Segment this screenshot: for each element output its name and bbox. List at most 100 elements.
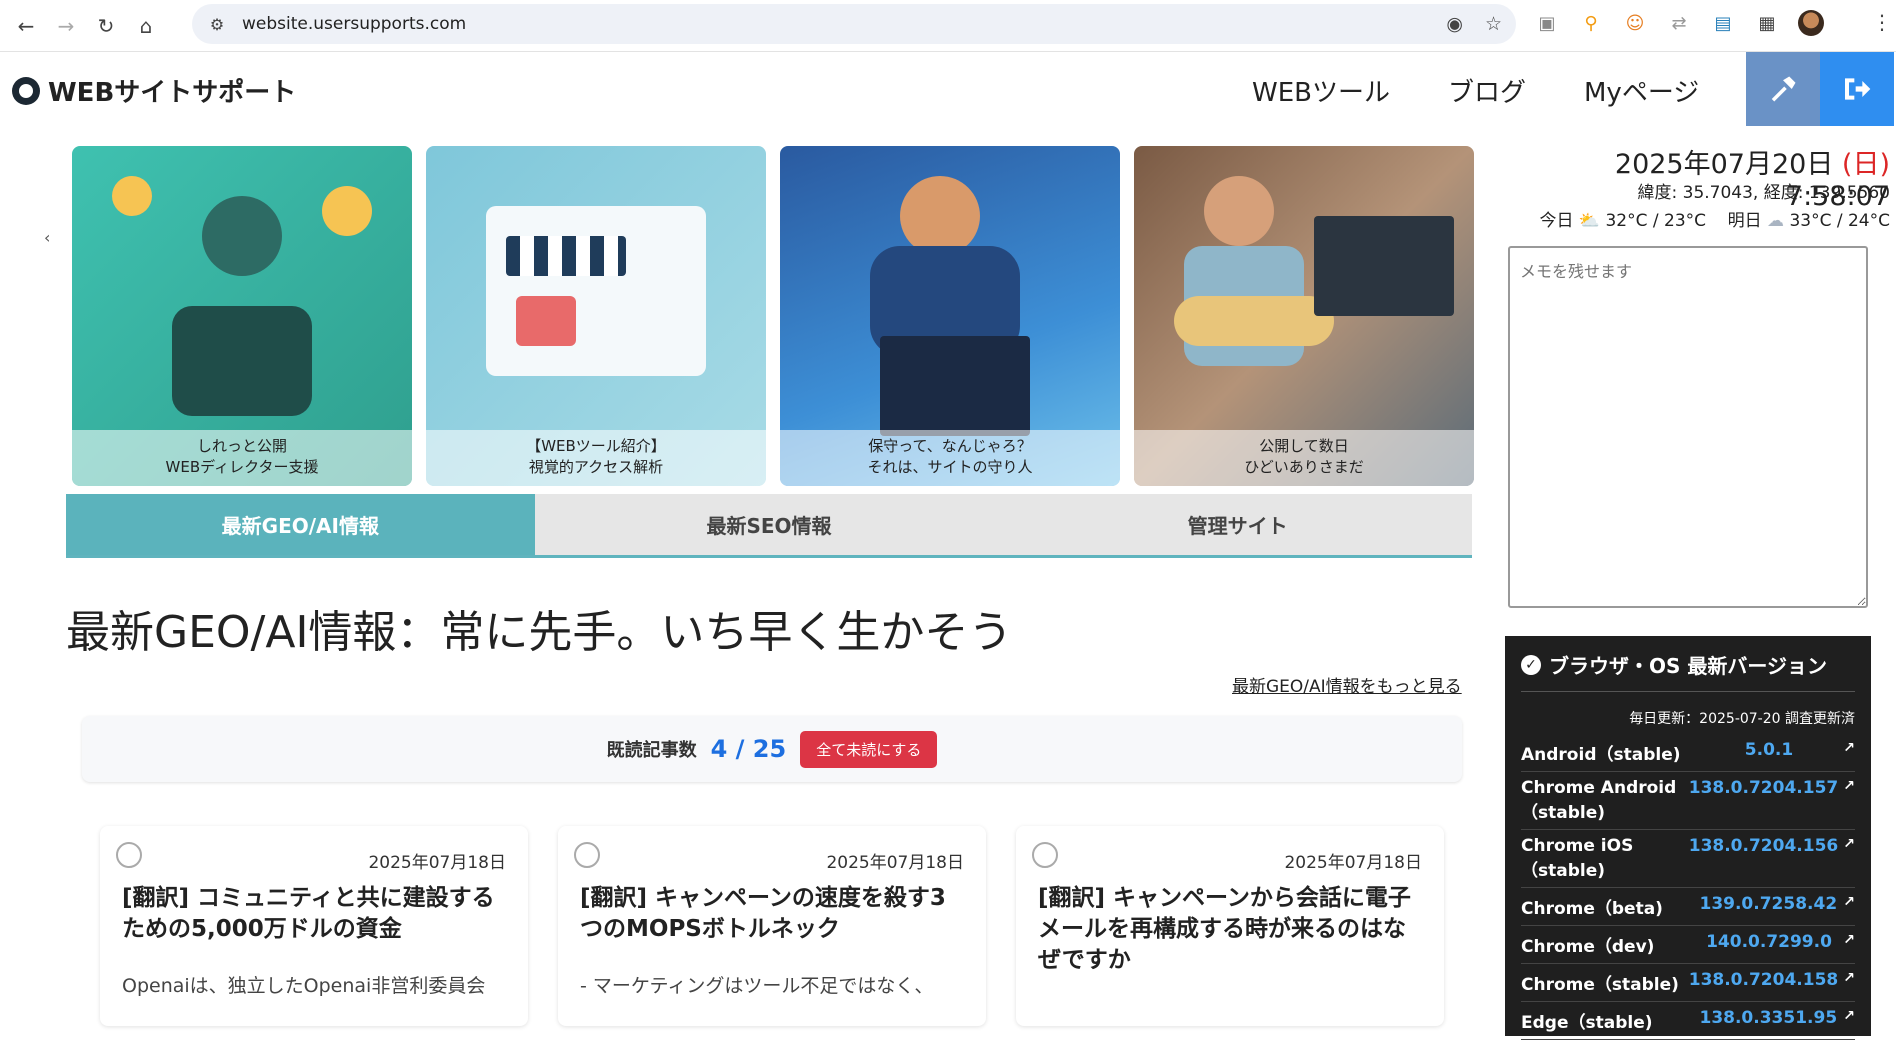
tab-managed-sites[interactable]: 管理サイト [1003, 494, 1473, 555]
external-link-icon[interactable]: ↗ [1837, 894, 1855, 910]
caption-line: WEBディレクター支援 [165, 458, 319, 476]
info-tabs: 最新GEO/AI情報 最新SEO情報 管理サイト [66, 494, 1473, 558]
url-text[interactable]: website.usersupports.com [242, 14, 466, 34]
read-checkbox[interactable] [1032, 842, 1058, 868]
article-title[interactable]: [翻訳] キャンペーンから会話に電子メールを再構成する時が来るのはなぜですか [1038, 883, 1422, 976]
main-nav: WEBツール ブログ Myページ [1252, 72, 1699, 109]
mark-all-unread-button[interactable]: 全て未読にする [800, 730, 938, 768]
caption-line: 保守って、なんじゃろ？ [868, 437, 1032, 455]
tomorrow-temp: 33°C / 24°C [1789, 211, 1890, 231]
weather-forecast: 今日 ⛅ 32°C / 23°C 明日 ☁ 33°C / 24°C [1510, 206, 1890, 231]
logo-icon [12, 76, 40, 105]
partly-sunny-icon: ⛅ [1578, 211, 1601, 231]
caption-line: ひどいありさまだ [1244, 458, 1364, 476]
version-number[interactable]: 138.0.3351.95 [1699, 1008, 1837, 1028]
version-name: Chrome iOS（stable) [1521, 836, 1634, 881]
carousel-prev-icon[interactable]: ‹ [44, 228, 50, 247]
version-number[interactable]: 139.0.7258.42 [1699, 894, 1837, 914]
page-headline: 最新GEO/AI情報：常に先手。いち早く生かそう [66, 607, 1013, 658]
article-title[interactable]: [翻訳] キャンペーンの速度を殺す3つのMOPSボトルネック [580, 883, 964, 945]
translate-extension-icon[interactable]: ⇄ [1666, 10, 1692, 36]
clock-weekday: (日) [1841, 149, 1890, 180]
read-status-bar: 既読記事数 4 / 25 全て未読にする [82, 716, 1462, 782]
read-checkbox[interactable] [574, 842, 600, 868]
version-number[interactable]: 5.0.1 [1701, 740, 1837, 760]
article-title[interactable]: [翻訳] コミュニティと共に建設するための5,000万ドルの資金 [122, 883, 506, 945]
version-name: Chrome（beta) [1521, 899, 1663, 919]
external-link-icon[interactable]: ↗ [1837, 740, 1855, 756]
camera-extension-icon[interactable]: ▣ [1534, 10, 1560, 36]
carousel-caption: 保守って、なんじゃろ？ それは、サイトの守り人 [780, 430, 1120, 486]
version-name: Edge（stable) [1521, 1013, 1653, 1033]
forward-icon[interactable]: → [52, 12, 80, 40]
versions-header: ✓ ブラウザ・OS 最新バージョン [1521, 650, 1855, 692]
key-extension-icon[interactable]: ⚲ [1578, 10, 1604, 36]
caption-line: それは、サイトの守り人 [867, 458, 1033, 476]
address-bar[interactable]: ⚙ website.usersupports.com ◉ ☆ [192, 4, 1516, 44]
site-logo[interactable]: WEBサイトサポート [12, 72, 296, 109]
external-link-icon[interactable]: ↗ [1837, 1008, 1855, 1024]
caption-line: 公開して数日 [1259, 437, 1349, 455]
bookmark-star-icon[interactable]: ☆ [1485, 13, 1502, 35]
caption-line: 【WEBツール紹介】 [526, 437, 666, 455]
article-card[interactable]: 2025年07月18日 [翻訳] コミュニティと共に建設するための5,000万ド… [100, 826, 528, 1026]
browser-menu-icon[interactable]: ⋮ [1872, 10, 1892, 34]
logout-button[interactable] [1820, 52, 1894, 126]
version-name: Chrome（dev) [1521, 937, 1655, 957]
article-date: 2025年07月18日 [826, 853, 964, 873]
version-row: Chrome iOS（stable) 138.0.7204.156 ↗ [1521, 830, 1855, 888]
version-row: Android（stable) 5.0.1 ↗ [1521, 734, 1855, 772]
extensions-area: ▣ ⚲ ☺ ⇄ ▤ ▦ [1534, 10, 1824, 36]
reload-icon[interactable]: ↻ [92, 12, 120, 40]
carousel-card[interactable]: しれっと公開 WEBディレクター支援 [72, 146, 412, 486]
caption-line: 視覚的アクセス解析 [528, 458, 664, 476]
article-card[interactable]: 2025年07月18日 [翻訳] キャンペーンの速度を殺す3つのMOPSボトルネ… [558, 826, 986, 1026]
character-extension-icon[interactable]: ☺ [1622, 10, 1648, 36]
version-number[interactable]: 140.0.7299.0 [1701, 932, 1837, 952]
tab-seo[interactable]: 最新SEO情報 [534, 494, 1004, 555]
read-checkbox[interactable] [116, 842, 142, 868]
coordinates: 緯度: 35.7043, 経度: 139.5560 [1637, 183, 1891, 203]
clock-date: 2025年07月20日 [1614, 149, 1834, 180]
version-name: Android（stable) [1521, 745, 1681, 765]
tool-button[interactable] [1746, 52, 1820, 126]
article-excerpt: Openaiは、独立したOpenai非営利委員会 [122, 975, 486, 997]
profile-avatar[interactable] [1798, 10, 1824, 36]
location-icon[interactable]: ◉ [1446, 13, 1463, 35]
file-extension-icon[interactable]: ▤ [1710, 10, 1736, 36]
carousel-card[interactable]: 保守って、なんじゃろ？ それは、サイトの守り人 [780, 146, 1120, 486]
back-icon[interactable]: ← [12, 12, 40, 40]
cloud-icon: ☁ [1767, 211, 1785, 231]
version-name: Chrome Android（stable) [1521, 778, 1677, 823]
nav-my-page[interactable]: Myページ [1584, 72, 1699, 109]
external-link-icon[interactable]: ↗ [1837, 932, 1855, 948]
read-count-value: 4 / 25 [710, 735, 787, 763]
versions-updated: 毎日更新：2025-07-20 調査更新済 [1629, 711, 1855, 727]
external-link-icon[interactable]: ↗ [1838, 970, 1855, 986]
external-link-icon[interactable]: ↗ [1838, 836, 1855, 852]
article-card[interactable]: 2025年07月18日 [翻訳] キャンペーンから会話に電子メールを再構成する時… [1016, 826, 1444, 1026]
external-link-icon[interactable]: ↗ [1838, 778, 1855, 794]
version-row: Edge（stable) 138.0.3351.95 ↗ [1521, 1002, 1855, 1040]
memo-textarea[interactable] [1508, 246, 1868, 608]
site-header: WEBサイトサポート WEBツール ブログ Myページ [0, 52, 1896, 126]
logout-icon [1845, 78, 1871, 100]
version-number[interactable]: 138.0.7204.157 [1689, 778, 1839, 798]
today-label: 今日 [1539, 211, 1574, 231]
version-number[interactable]: 138.0.7204.158 [1689, 970, 1839, 990]
version-row: Chrome（beta) 139.0.7258.42 ↗ [1521, 888, 1855, 926]
carousel-card[interactable]: 公開して数日 ひどいありさまだ [1134, 146, 1474, 486]
version-number[interactable]: 138.0.7204.156 [1689, 836, 1839, 856]
puzzle-extensions-icon[interactable]: ▦ [1754, 10, 1780, 36]
nav-web-tools[interactable]: WEBツール [1252, 72, 1390, 109]
home-icon[interactable]: ⌂ [132, 12, 160, 40]
carousel-card[interactable]: 【WEBツール紹介】 視覚的アクセス解析 [426, 146, 766, 486]
article-date: 2025年07月18日 [368, 853, 506, 873]
caption-line: しれっと公開 [196, 437, 287, 455]
check-circle-icon: ✓ [1521, 654, 1541, 675]
browser-versions-panel: ✓ ブラウザ・OS 最新バージョン 毎日更新：2025-07-20 調査更新済 … [1505, 636, 1871, 1040]
nav-blog[interactable]: ブログ [1448, 72, 1526, 109]
more-geo-ai-link[interactable]: 最新GEO/AI情報をもっと見る [1232, 672, 1462, 697]
tab-geo-ai[interactable]: 最新GEO/AI情報 [66, 494, 535, 555]
site-info-icon[interactable]: ⚙ [204, 15, 230, 34]
